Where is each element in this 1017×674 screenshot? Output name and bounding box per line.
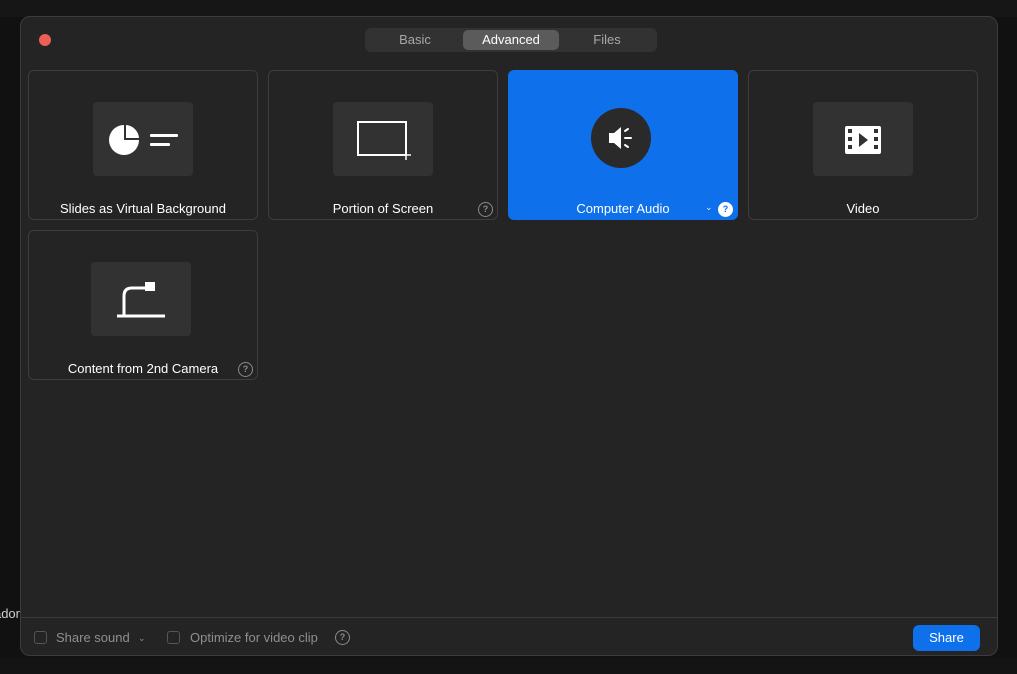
share-sound-checkbox[interactable] [34, 631, 47, 644]
document-camera-icon [117, 282, 165, 318]
audio-thumbnail [591, 108, 651, 168]
card-label: Portion of Screen [332, 201, 434, 216]
card-label: Computer Audio [576, 201, 670, 216]
speaker-icon [609, 127, 632, 149]
tab-basic[interactable]: Basic [367, 30, 463, 50]
close-window-button[interactable] [39, 34, 51, 46]
chevron-down-icon[interactable]: ⌄ [705, 202, 713, 213]
share-sound-label[interactable]: Share sound [56, 630, 130, 645]
option-video[interactable]: Video [748, 70, 978, 220]
option-computer-audio[interactable]: Computer Audio ⌄ ? [508, 70, 738, 220]
slides-thumbnail [93, 102, 193, 176]
background-top-strip [0, 0, 1017, 17]
card-label: Slides as Virtual Background [60, 201, 226, 216]
tab-bar: Basic Advanced Files [365, 28, 657, 52]
option-content-2nd-camera[interactable]: Content from 2nd Camera ? [28, 230, 258, 380]
option-portion-of-screen[interactable]: Portion of Screen ? [268, 70, 498, 220]
pie-chart-lines-icon [109, 124, 178, 155]
help-icon[interactable]: ? [478, 202, 493, 217]
card-label: Content from 2nd Camera [67, 361, 219, 376]
tab-files[interactable]: Files [559, 30, 655, 50]
background-partial-text: ador [0, 606, 20, 621]
camera-thumbnail [91, 262, 191, 336]
help-icon[interactable]: ? [238, 362, 253, 377]
video-thumbnail [813, 102, 913, 176]
background-bottom-strip [0, 658, 1017, 674]
help-icon[interactable]: ? [718, 202, 733, 217]
tab-advanced[interactable]: Advanced [463, 30, 559, 50]
film-strip-icon [845, 126, 881, 154]
share-screen-dialog: Basic Advanced Files Slides as Virtual B… [20, 16, 998, 656]
chevron-down-icon[interactable]: ⌄ [138, 633, 146, 644]
card-label: Video [846, 201, 880, 216]
dialog-footer: Share sound ⌄ Optimize for video clip ? … [21, 617, 997, 655]
share-button[interactable]: Share [913, 625, 980, 651]
selection-rectangle-icon [357, 121, 411, 160]
optimize-video-label[interactable]: Optimize for video clip [190, 630, 318, 645]
optimize-video-checkbox[interactable] [167, 631, 180, 644]
help-icon[interactable]: ? [335, 630, 350, 645]
portion-thumbnail [333, 102, 433, 176]
option-slides-virtual-background[interactable]: Slides as Virtual Background [28, 70, 258, 220]
